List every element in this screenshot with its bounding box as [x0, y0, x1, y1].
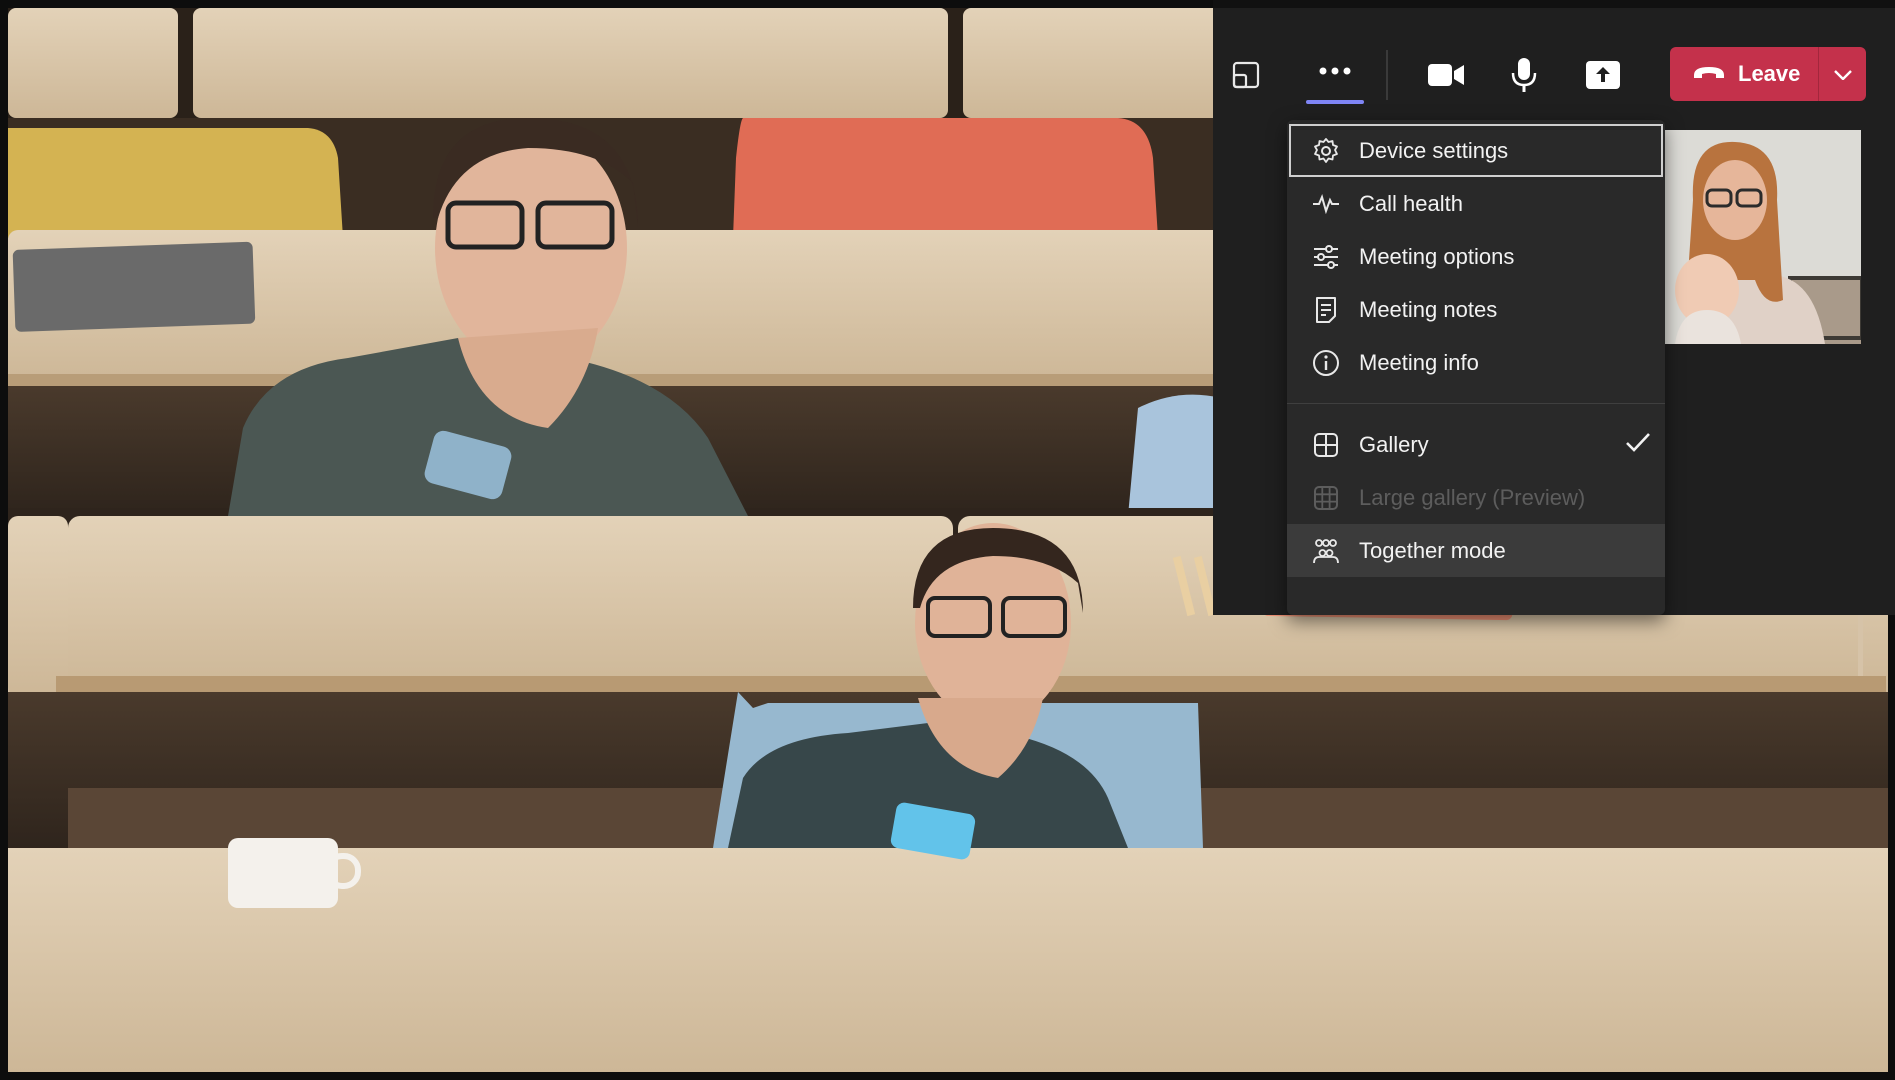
menu-item-label: Gallery: [1359, 431, 1429, 457]
camera-button[interactable]: [1417, 46, 1475, 104]
toolbar-divider: [1386, 50, 1388, 100]
gear-icon: [1311, 136, 1341, 166]
menu-item-label: Meeting info: [1359, 349, 1479, 375]
leave-options-button[interactable]: [1819, 47, 1866, 101]
camera-icon: [1427, 61, 1465, 89]
active-tab-indicator: [1306, 100, 1364, 104]
menu-item-label: Large gallery (Preview): [1359, 484, 1586, 510]
menu-item-label: Meeting options: [1359, 243, 1515, 269]
hang-up-icon: [1692, 64, 1726, 84]
share-screen-icon: [1231, 60, 1261, 90]
checkmark-icon: [1625, 431, 1651, 459]
menu-item-call-health[interactable]: Call health: [1287, 177, 1665, 230]
more-actions-menu: Device settings Call health Meeting opti…: [1287, 120, 1665, 615]
menu-item-together-mode[interactable]: Together mode: [1287, 524, 1665, 577]
microphone-button[interactable]: [1495, 46, 1553, 104]
menu-item-meeting-notes[interactable]: Meeting notes: [1287, 283, 1665, 336]
menu-item-large-gallery: Large gallery (Preview): [1287, 471, 1665, 524]
participant-video-tile[interactable]: [1665, 130, 1861, 344]
large-grid-icon: [1311, 483, 1341, 513]
menu-item-label: Meeting notes: [1359, 296, 1498, 322]
together-mode-icon: [1311, 536, 1341, 566]
menu-item-gallery[interactable]: Gallery: [1287, 418, 1665, 471]
sliders-icon: [1311, 242, 1341, 272]
more-actions-button[interactable]: [1306, 42, 1364, 100]
microphone-icon: [1511, 57, 1537, 93]
info-icon: [1311, 348, 1341, 378]
participant-video: [1665, 130, 1861, 344]
share-content-button[interactable]: [1574, 46, 1632, 104]
chevron-down-icon: [1833, 65, 1852, 84]
share-tray-button[interactable]: [1217, 46, 1275, 104]
menu-item-meeting-info[interactable]: Meeting info: [1287, 336, 1665, 389]
more-actions-icon: [1318, 66, 1352, 76]
pulse-icon: [1311, 189, 1341, 219]
menu-item-label: Device settings: [1359, 137, 1509, 163]
menu-item-label: Together mode: [1359, 537, 1506, 563]
share-content-icon: [1585, 60, 1621, 90]
leave-button[interactable]: Leave: [1670, 47, 1818, 101]
grid-icon: [1311, 430, 1341, 460]
menu-separator: [1287, 403, 1665, 404]
notes-icon: [1311, 295, 1341, 325]
leave-button-group: Leave: [1670, 47, 1866, 101]
menu-item-meeting-options[interactable]: Meeting options: [1287, 230, 1665, 283]
leave-label: Leave: [1738, 61, 1801, 86]
menu-item-device-settings[interactable]: Device settings: [1289, 124, 1663, 177]
menu-item-label: Call health: [1359, 190, 1463, 216]
